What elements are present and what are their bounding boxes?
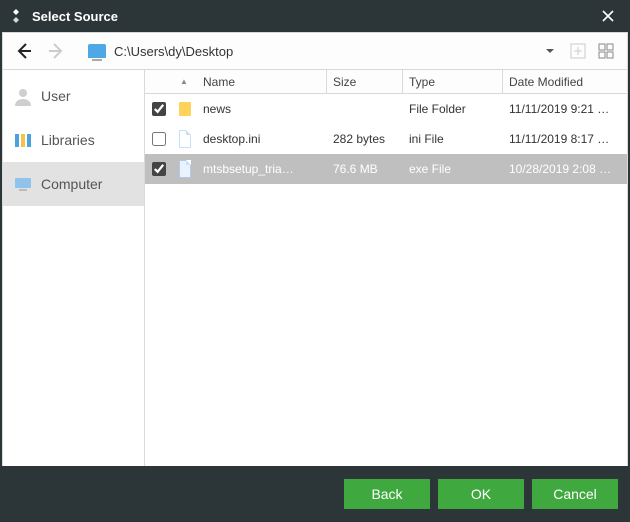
sidebar-item-user[interactable]: User [3,74,144,118]
file-icon [173,160,197,178]
toolbar-icons [541,42,621,60]
file-list: ▲ Name Size Type Date Modified news File … [145,70,627,466]
file-name: mtsbsetup_tria… [197,162,327,176]
file-type: exe File [403,162,503,176]
file-name: news [197,102,327,116]
body: User Libraries Computer ▲ Name Size [2,70,628,466]
path-text: C:\Users\dy\Desktop [114,44,233,59]
column-headers: ▲ Name Size Type Date Modified [145,70,627,94]
row-checkbox[interactable] [145,132,173,146]
file-size: 282 bytes [327,132,403,146]
view-grid-icon[interactable] [597,42,615,60]
close-button[interactable] [594,2,622,30]
file-name: desktop.ini [197,132,327,146]
user-icon [13,86,33,106]
file-rows: news File Folder11/11/2019 9:21 … desktop.… [145,94,627,466]
table-row[interactable]: news File Folder11/11/2019 9:21 … [145,94,627,124]
file-type: ini File [403,132,503,146]
nav-forward-button[interactable] [41,36,71,66]
column-checkbox[interactable] [145,70,173,93]
column-size[interactable]: Size [327,70,403,93]
ok-button[interactable]: OK [438,479,524,509]
titlebar: Select Source [0,0,630,32]
file-icon [173,130,197,148]
sidebar-item-computer[interactable]: Computer [3,162,144,206]
toolbar: C:\Users\dy\Desktop [2,32,628,70]
sidebar-item-label: Computer [41,176,102,192]
footer: Back OK Cancel [0,466,630,522]
file-size: 76.6 MB [327,162,403,176]
file-date: 10/28/2019 2:08 … [503,162,627,176]
cancel-button[interactable]: Cancel [532,479,618,509]
window-title: Select Source [32,9,594,24]
file-type: File Folder [403,102,503,116]
row-checkbox[interactable] [145,162,173,176]
sidebar-item-libraries[interactable]: Libraries [3,118,144,162]
column-sort-indicator: ▲ [173,70,197,93]
computer-icon [13,174,33,194]
sort-asc-icon: ▲ [179,77,189,86]
nav-back-button[interactable] [9,36,39,66]
sidebar-item-label: Libraries [41,132,95,148]
column-name[interactable]: Name [197,70,327,93]
row-checkbox[interactable] [145,102,173,116]
libraries-icon [13,130,33,150]
sidebar-item-label: User [41,88,71,104]
computer-icon [88,44,106,58]
folder-icon [173,102,197,116]
app-icon [8,8,24,24]
dropdown-icon[interactable] [541,42,559,60]
new-folder-icon[interactable] [569,42,587,60]
path-bar[interactable]: C:\Users\dy\Desktop [81,37,533,65]
table-row[interactable]: desktop.ini282 bytesini File11/11/2019 8… [145,124,627,154]
select-source-window: Select Source C:\Users\dy\Desktop [0,0,630,522]
column-type[interactable]: Type [403,70,503,93]
file-date: 11/11/2019 9:21 … [503,102,627,116]
table-row[interactable]: mtsbsetup_tria…76.6 MBexe File10/28/2019… [145,154,627,184]
back-button[interactable]: Back [344,479,430,509]
sidebar: User Libraries Computer [3,70,145,466]
file-date: 11/11/2019 8:17 … [503,132,627,146]
column-date[interactable]: Date Modified [503,70,627,93]
